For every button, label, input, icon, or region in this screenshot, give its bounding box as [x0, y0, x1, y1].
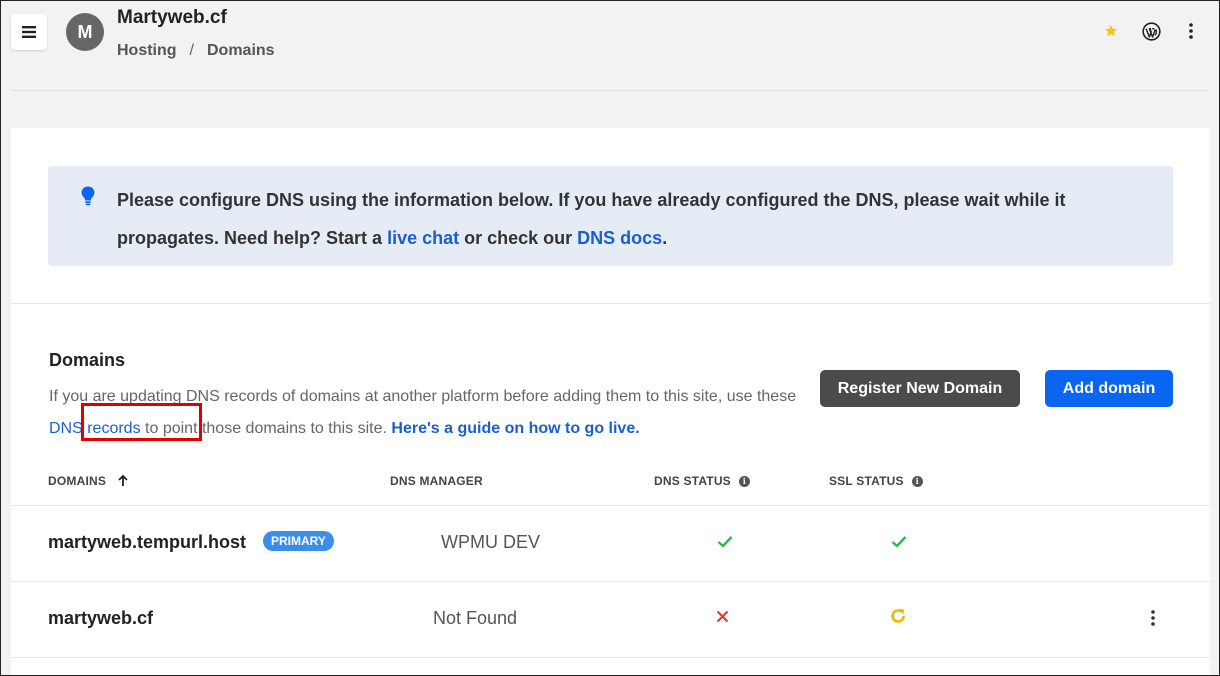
dns-status-ok: [715, 531, 735, 551]
notice-text: Please configure DNS using the informati…: [117, 181, 1117, 257]
dns-manager-value: Not Found: [433, 608, 518, 628]
dns-notice: Please configure DNS using the informati…: [48, 166, 1173, 266]
row-divider: [11, 657, 1210, 658]
dns-docs-link[interactable]: DNS docs: [577, 228, 662, 248]
site-title: Martyweb.cf: [117, 7, 227, 28]
site-avatar: M: [66, 13, 104, 51]
primary-badge: PRIMARY: [263, 531, 334, 551]
live-chat-link[interactable]: live chat: [387, 228, 459, 248]
cross-icon: [716, 610, 728, 622]
kebab-icon: [1151, 610, 1155, 626]
row-divider: [11, 581, 1210, 582]
column-header-dns-status-label: DNS STATUS: [654, 474, 731, 488]
domains-heading: Domains: [49, 350, 126, 370]
section-divider: [11, 303, 1210, 304]
add-domain-button[interactable]: Add domain: [1045, 370, 1173, 407]
top-header: M Martyweb.cf Hosting / Domains: [0, 0, 1220, 90]
go-live-guide-link[interactable]: Here's a guide on how to go live.: [391, 420, 639, 437]
column-header-ssl-status-label: SSL STATUS: [829, 474, 904, 488]
domains-card: Please configure DNS using the informati…: [11, 128, 1210, 676]
register-new-domain-button[interactable]: Register New Domain: [820, 370, 1020, 407]
column-header-dns-manager: DNS MANAGER: [390, 474, 483, 488]
domain-name-primary: martyweb.tempurl.host: [48, 532, 247, 552]
breadcrumb-separator: /: [189, 42, 194, 59]
ssl-status-ok: [889, 531, 909, 551]
dns-records-link[interactable]: DNS records: [49, 420, 141, 437]
desc-before: If you are updating DNS records of domai…: [49, 388, 797, 405]
breadcrumb: Hosting / Domains: [117, 42, 275, 60]
column-header-dns-status: DNS STATUS i: [654, 474, 750, 488]
dns-status-info-icon[interactable]: i: [738, 475, 750, 487]
breadcrumb-domains: Domains: [207, 42, 275, 59]
check-icon: [717, 535, 733, 548]
dns-status-error: [712, 606, 732, 626]
wordpress-icon: [1141, 21, 1161, 41]
notice-text-after: .: [662, 228, 668, 248]
dns-manager-value: WPMU DEV: [441, 532, 540, 552]
favorite-star-button[interactable]: [1100, 20, 1122, 42]
check-icon: [891, 535, 907, 548]
star-icon: [1104, 24, 1118, 37]
ssl-status-info-icon[interactable]: i: [911, 475, 923, 487]
more-options-button[interactable]: [1180, 20, 1202, 42]
sort-arrow-up-icon: [118, 475, 128, 486]
wordpress-button[interactable]: [1140, 20, 1162, 42]
column-header-ssl-status: SSL STATUS i: [829, 474, 923, 488]
kebab-icon: [1189, 23, 1193, 39]
header-divider: [11, 90, 1210, 91]
breadcrumb-hosting[interactable]: Hosting: [117, 42, 177, 60]
notice-text-middle: or check our: [459, 228, 578, 248]
hamburger-menu-button[interactable]: [11, 14, 47, 50]
row-more-options-button[interactable]: [1143, 608, 1163, 628]
column-header-dns-manager-label: DNS MANAGER: [390, 474, 483, 488]
column-header-domains[interactable]: DOMAINS: [48, 474, 128, 488]
domains-description: If you are updating DNS records of domai…: [49, 381, 809, 445]
column-header-domains-label: DOMAINS: [48, 474, 107, 488]
lightbulb-icon: [81, 186, 95, 206]
domain-name-secondary: martyweb.cf: [48, 608, 154, 628]
desc-middle: to point those domains to this site.: [140, 420, 392, 437]
row-divider: [11, 505, 1210, 506]
ssl-status-pending: [888, 606, 908, 626]
hamburger-icon: [22, 26, 36, 38]
refresh-icon: [891, 608, 905, 623]
header-actions: [1100, 20, 1202, 42]
